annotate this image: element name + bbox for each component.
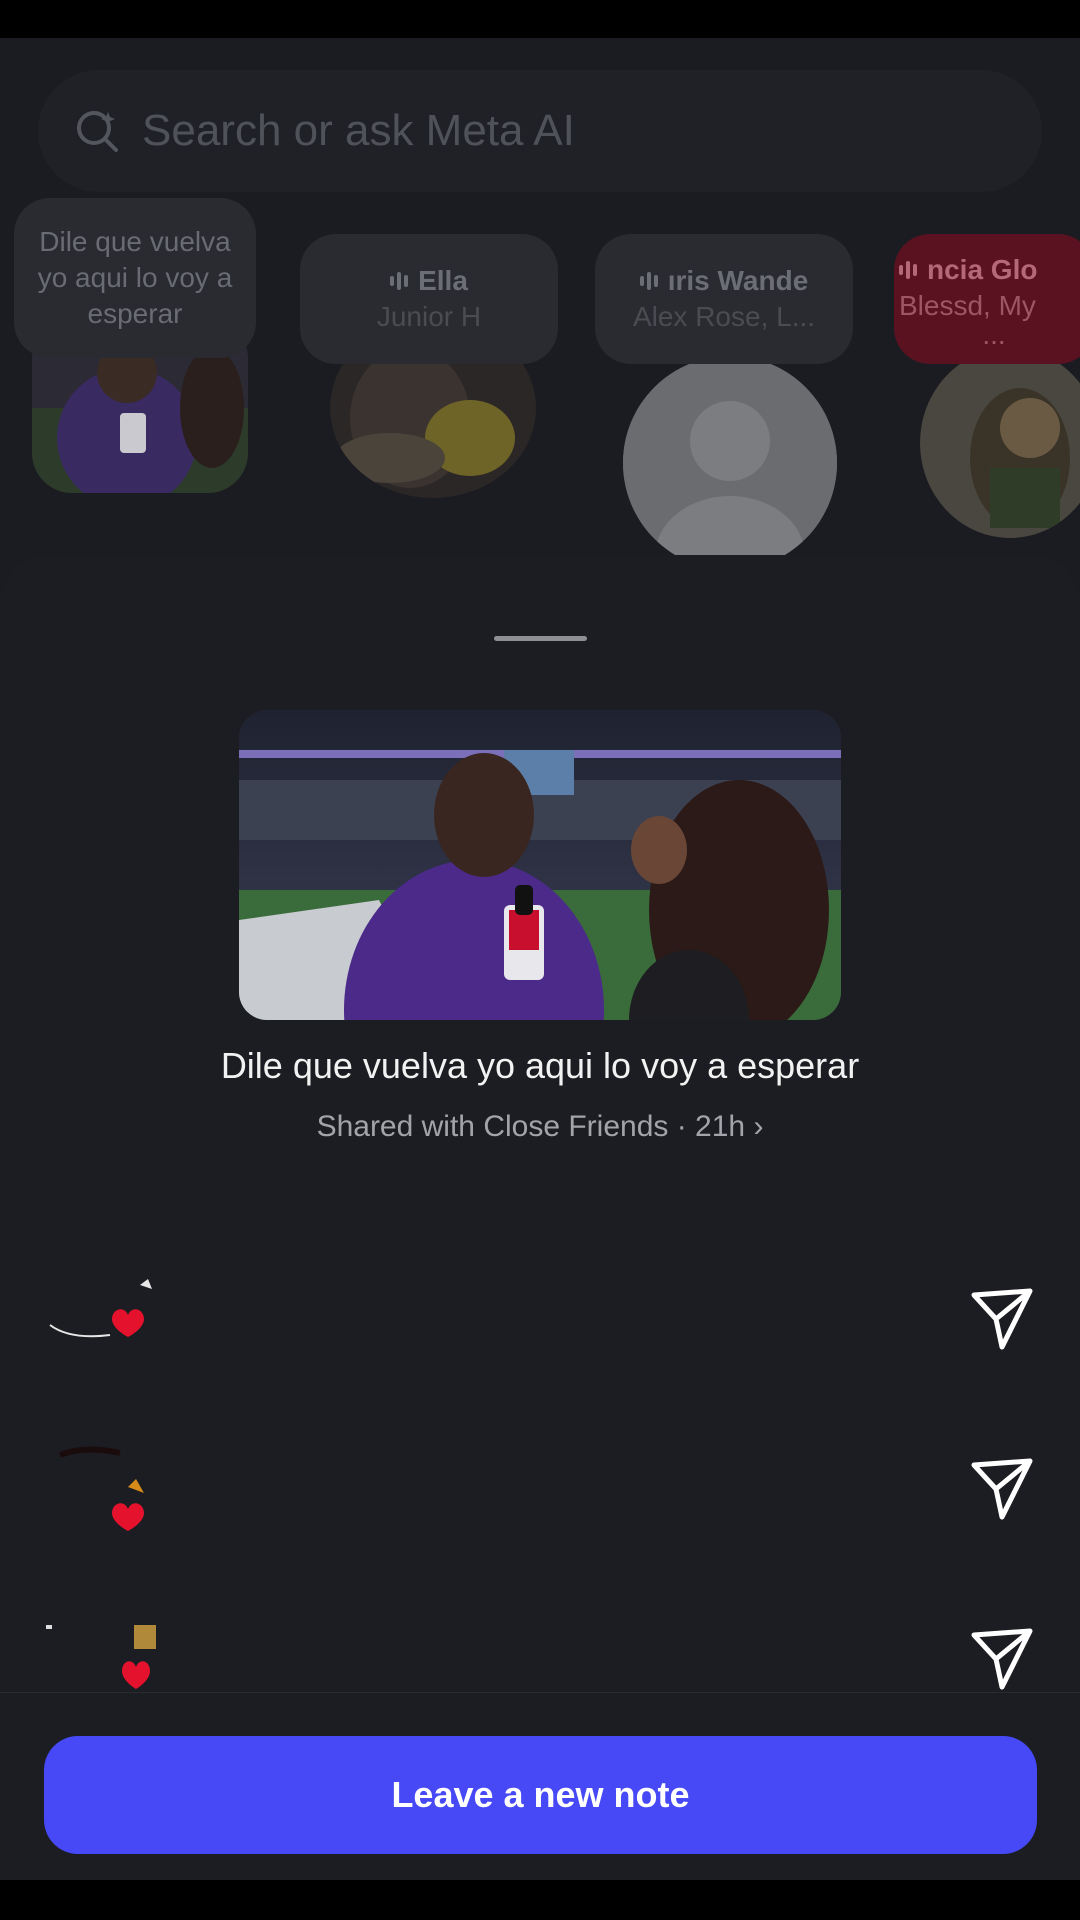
note-item-iris[interactable]: ıris Wande Alex Rose, L... [595, 198, 855, 598]
audio-wave-icon [899, 261, 917, 279]
note-text: Dile que vuelva yo aqui lo voy a esperar [37, 226, 233, 329]
viewer-row [0, 1435, 1080, 1555]
note-gif-thumbnail[interactable] [239, 710, 841, 1020]
search-placeholder: Search or ask Meta AI [142, 106, 575, 155]
note-bubble: ıris Wande Alex Rose, L... [595, 234, 853, 364]
viewer-avatar[interactable] [40, 1605, 170, 1725]
note-item-ella[interactable]: Ella Junior H [300, 198, 560, 578]
avatar [920, 348, 1080, 538]
note-item-own[interactable]: Dile que vuelva yo aqui lo voy a esperar [14, 198, 256, 578]
note-bubble: Ella Junior H [300, 234, 558, 364]
note-bubble: ncia Glo Blessd, My ... [894, 234, 1080, 364]
meta-ai-search-icon [77, 111, 118, 152]
audio-wave-icon [390, 272, 409, 290]
note-bubble: Dile que vuelva yo aqui lo voy a esperar [14, 198, 256, 358]
heart-icon [112, 1309, 144, 1337]
song-artist: Alex Rose, L... [632, 301, 816, 332]
audio-wave-icon [639, 272, 658, 290]
song-title: Ella [390, 263, 468, 299]
note-item-highlighted[interactable]: ncia Glo Blessd, My ... [890, 198, 1080, 598]
viewer-avatar[interactable] [40, 1265, 170, 1385]
viewer-avatar[interactable] [40, 1435, 170, 1555]
send-icon[interactable] [968, 1455, 1036, 1523]
sheet-drag-handle[interactable] [494, 636, 587, 641]
viewer-row [0, 1605, 1080, 1725]
notes-screen: Search or ask Meta AI Dile que vuelva yo… [0, 38, 1080, 1880]
send-icon[interactable] [968, 1285, 1036, 1353]
audience-and-time-link[interactable]: Shared with Close Friends · 21h › [0, 1110, 1080, 1144]
heart-icon [112, 1503, 144, 1531]
song-title: ıris Wande [639, 263, 808, 299]
send-icon[interactable] [968, 1625, 1036, 1693]
divider [0, 1692, 1080, 1693]
note-detail-sheet: Dile que vuelva yo aqui lo voy a esperar… [0, 555, 1080, 1880]
notes-tray: Dile que vuelva yo aqui lo voy a esperar [0, 198, 1080, 598]
heart-icon [122, 1661, 150, 1689]
background-content: Search or ask Meta AI Dile que vuelva yo… [0, 38, 1080, 638]
viewer-row [0, 1265, 1080, 1385]
more-indicator: ... [982, 319, 1006, 350]
leave-new-note-button[interactable]: Leave a new note [44, 1736, 1037, 1854]
song-title: ncia Glo [899, 252, 1080, 288]
song-artist: Junior H [376, 301, 482, 332]
note-text: Dile que vuelva yo aqui lo voy a esperar [220, 1045, 860, 1086]
default-avatar-icon [623, 356, 837, 570]
search-bar[interactable]: Search or ask Meta AI [38, 70, 1042, 192]
